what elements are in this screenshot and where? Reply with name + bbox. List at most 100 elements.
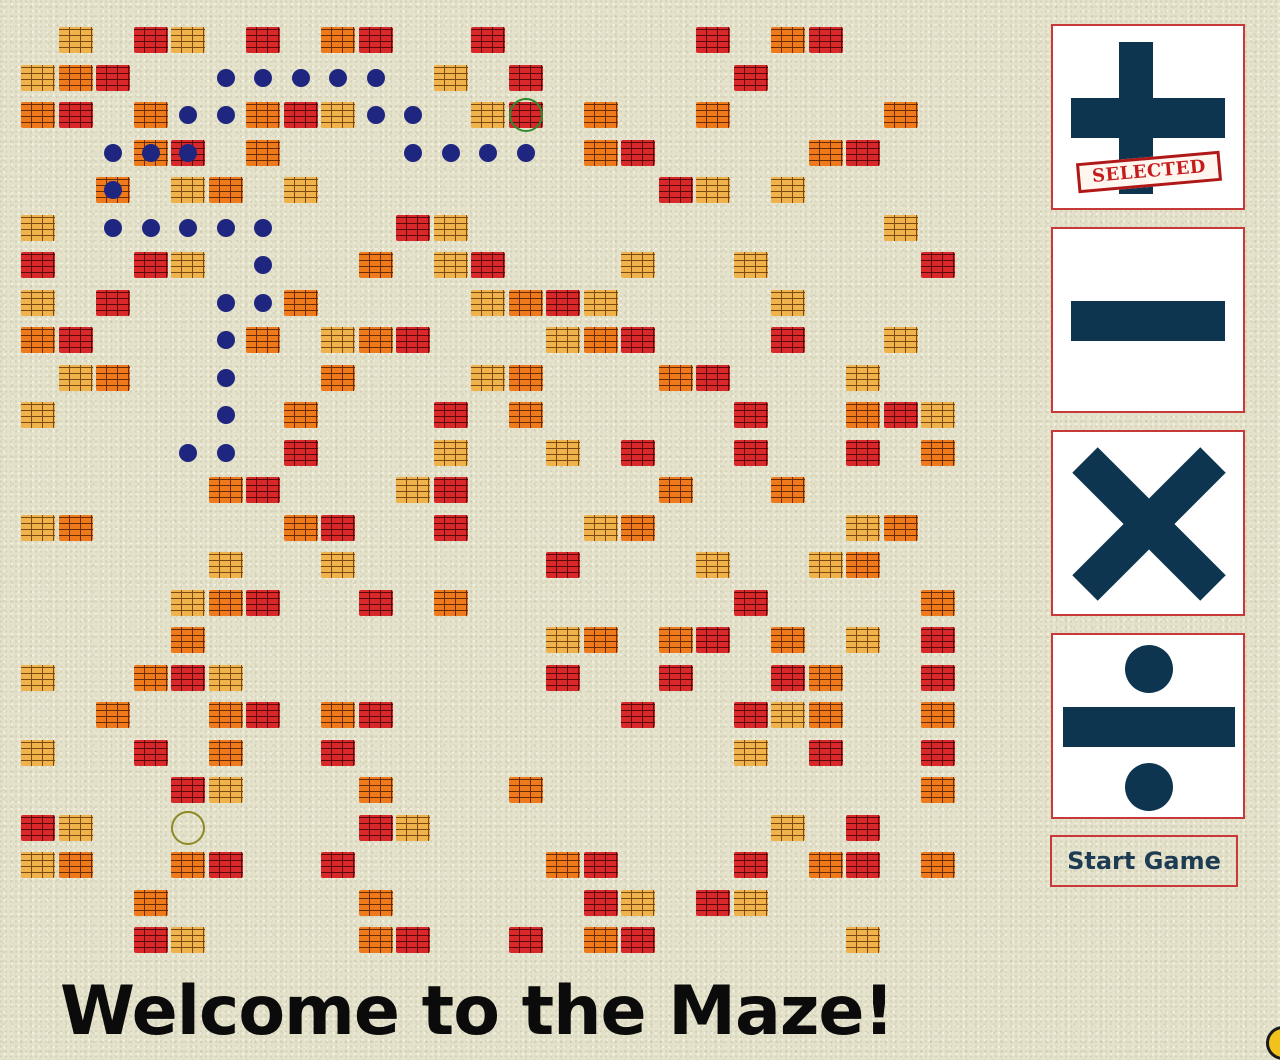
maze-brick-tan [471, 289, 505, 316]
maze-brick-red [546, 552, 580, 578]
maze-brick-tan [58, 364, 93, 391]
maze-brick-red [696, 27, 730, 53]
path-dot [216, 443, 235, 462]
maze-brick-red [733, 439, 768, 466]
path-dot [329, 68, 347, 87]
maze-brick-orange [58, 64, 93, 91]
maze-brick-tan [733, 252, 768, 278]
maze-brick-red [321, 514, 355, 541]
minus-icon [1071, 301, 1225, 341]
path-dot [479, 143, 497, 162]
maze-brick-red [96, 64, 130, 91]
maze-brick-red [246, 589, 280, 616]
maze-brick-red [583, 889, 618, 916]
maze-brick-tan [433, 252, 468, 278]
path-dot [216, 331, 235, 349]
maze-brick-red [921, 627, 955, 653]
path-dot [366, 68, 385, 87]
start-game-button[interactable]: Start Game [1050, 835, 1238, 887]
maze-brick-orange [883, 102, 918, 128]
divide-operator-button[interactable] [1051, 633, 1245, 819]
path-dot [179, 143, 197, 162]
maze-brick-tan [21, 64, 55, 91]
times-operator-button[interactable] [1051, 430, 1245, 616]
maze-brick-orange [771, 27, 805, 53]
maze-brick-red [621, 439, 655, 466]
path-dot [441, 143, 460, 162]
maze-brick-orange [658, 364, 693, 391]
maze-brick-orange [658, 477, 693, 503]
path-dot [104, 181, 122, 199]
maze-brick-red [171, 664, 205, 691]
maze-brick-tan [283, 177, 318, 203]
maze-brick-orange [171, 852, 205, 878]
maze-brick-red [283, 439, 318, 466]
maze-brick-orange [246, 327, 280, 353]
maze-brick-tan [171, 177, 205, 203]
maze-brick-red [621, 702, 655, 728]
maze-brick-orange [546, 852, 580, 878]
minus-operator-button[interactable] [1051, 227, 1245, 413]
maze-brick-red [96, 289, 130, 316]
maze-brick-orange [921, 852, 955, 878]
maze-brick-red [546, 664, 580, 691]
corner-coin-icon[interactable] [1266, 1026, 1280, 1060]
maze-brick-tan [171, 927, 205, 953]
maze-brick-orange [358, 777, 393, 803]
maze-brick-red [846, 139, 880, 166]
path-dot [254, 68, 272, 87]
maze-brick-orange [133, 889, 168, 916]
maze-brick-orange [358, 889, 393, 916]
maze-brick-orange [921, 777, 955, 803]
path-dot [404, 143, 422, 162]
maze-brick-tan [171, 589, 205, 616]
path-dot [179, 443, 197, 462]
maze-brick-orange [771, 477, 805, 503]
path-dot [216, 406, 235, 424]
maze-brick-red [283, 102, 318, 128]
maze-brick-orange [433, 589, 468, 616]
maze-brick-red [133, 739, 168, 766]
maze-brick-red [733, 64, 768, 91]
maze-brick-orange [883, 514, 918, 541]
maze-brick-orange [208, 589, 243, 616]
maze-board [0, 0, 970, 965]
maze-brick-red [358, 702, 393, 728]
maze-brick-red [208, 852, 243, 878]
maze-brick-red [846, 852, 880, 878]
maze-brick-tan [846, 927, 880, 953]
maze-brick-red [133, 252, 168, 278]
maze-brick-orange [846, 402, 880, 428]
maze-brick-orange [21, 102, 55, 128]
maze-brick-red [433, 402, 468, 428]
maze-brick-tan [58, 27, 93, 53]
maze-brick-tan [583, 514, 618, 541]
maze-brick-red [58, 102, 93, 128]
maze-brick-tan [733, 739, 768, 766]
maze-brick-tan [771, 814, 805, 841]
maze-brick-orange [808, 702, 843, 728]
maze-brick-tan [921, 402, 955, 428]
maze-brick-tan [321, 327, 355, 353]
maze-brick-red [583, 852, 618, 878]
maze-brick-red [621, 327, 655, 353]
maze-brick-tan [21, 214, 55, 241]
maze-brick-orange [58, 852, 93, 878]
maze-brick-orange [771, 627, 805, 653]
maze-brick-red [133, 927, 168, 953]
maze-brick-red [733, 402, 768, 428]
maze-brick-orange [283, 402, 318, 428]
plus-operator-button[interactable]: SELECTED [1051, 24, 1245, 210]
maze-brick-red [733, 589, 768, 616]
maze-brick-red [733, 852, 768, 878]
maze-brick-tan [208, 552, 243, 578]
maze-brick-tan [546, 627, 580, 653]
maze-brick-red [358, 589, 393, 616]
maze-brick-tan [21, 852, 55, 878]
maze-brick-orange [696, 102, 730, 128]
path-dot [179, 106, 197, 124]
maze-brick-tan [208, 777, 243, 803]
maze-brick-orange [58, 514, 93, 541]
goal-marker [508, 98, 543, 132]
maze-brick-orange [921, 439, 955, 466]
